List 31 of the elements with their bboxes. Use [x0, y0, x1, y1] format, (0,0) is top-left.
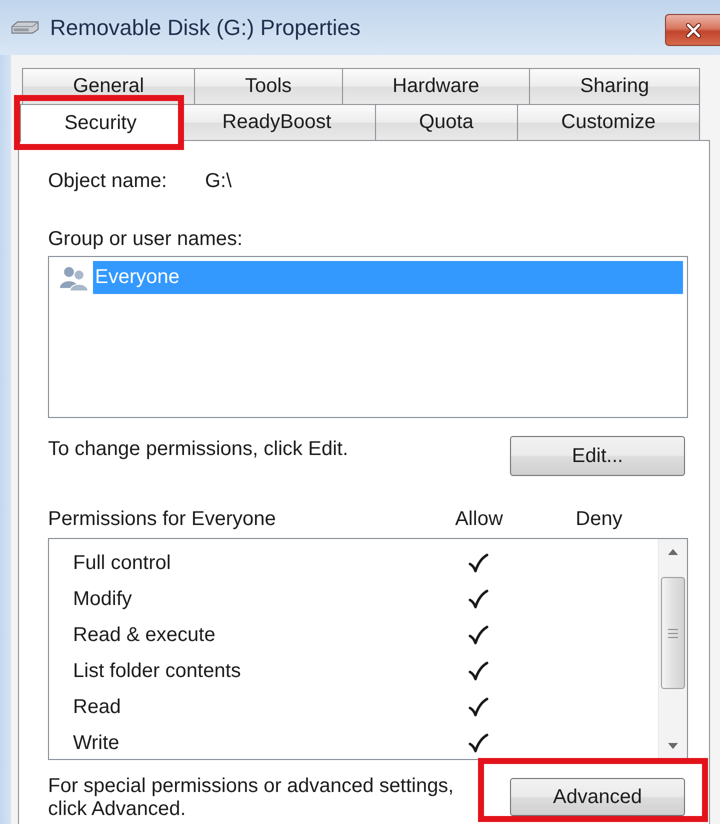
tab[interactable]: Hardware — [342, 68, 530, 104]
tab[interactable]: Customize — [516, 104, 700, 140]
permissions-label: Permissions for Everyone — [48, 507, 276, 532]
tab[interactable]: Security — [20, 104, 181, 142]
permission-name: Full control — [73, 552, 171, 574]
object-name-value: G:\ — [205, 169, 232, 194]
column-header: Deny — [576, 507, 622, 532]
scrollbar-thumb[interactable] — [661, 577, 685, 689]
drive-icon — [10, 20, 40, 35]
tab[interactable]: Tools — [194, 68, 343, 104]
tab[interactable]: Sharing — [529, 68, 700, 104]
close-button[interactable] — [665, 14, 720, 46]
close-icon — [684, 22, 702, 38]
scrollbar-track[interactable] — [658, 539, 687, 759]
permission-name: Read & execute — [73, 624, 216, 646]
down-arrow-icon[interactable] — [668, 743, 678, 749]
grip-icon — [668, 628, 678, 638]
permission-name: Modify — [73, 588, 132, 610]
tab[interactable]: Quota — [374, 104, 518, 140]
permission-name: Read — [73, 696, 121, 718]
edit-button[interactable]: Edit... — [510, 436, 685, 476]
advanced-button[interactable]: Advanced — [510, 778, 685, 816]
hint-text: For special permissions or advanced settings, click Advanced. — [48, 775, 455, 821]
permission-name: List folder contents — [73, 660, 241, 682]
up-arrow-icon[interactable] — [668, 549, 678, 555]
field-label: Object name: — [48, 169, 167, 194]
hint-text: To change permissions, click Edit. — [48, 437, 348, 462]
permission-name: Write — [73, 732, 120, 754]
field-label: Group or user names: — [48, 227, 243, 252]
column-header: Allow — [455, 507, 503, 532]
window-title: Removable Disk (G:) Properties — [50, 14, 361, 40]
